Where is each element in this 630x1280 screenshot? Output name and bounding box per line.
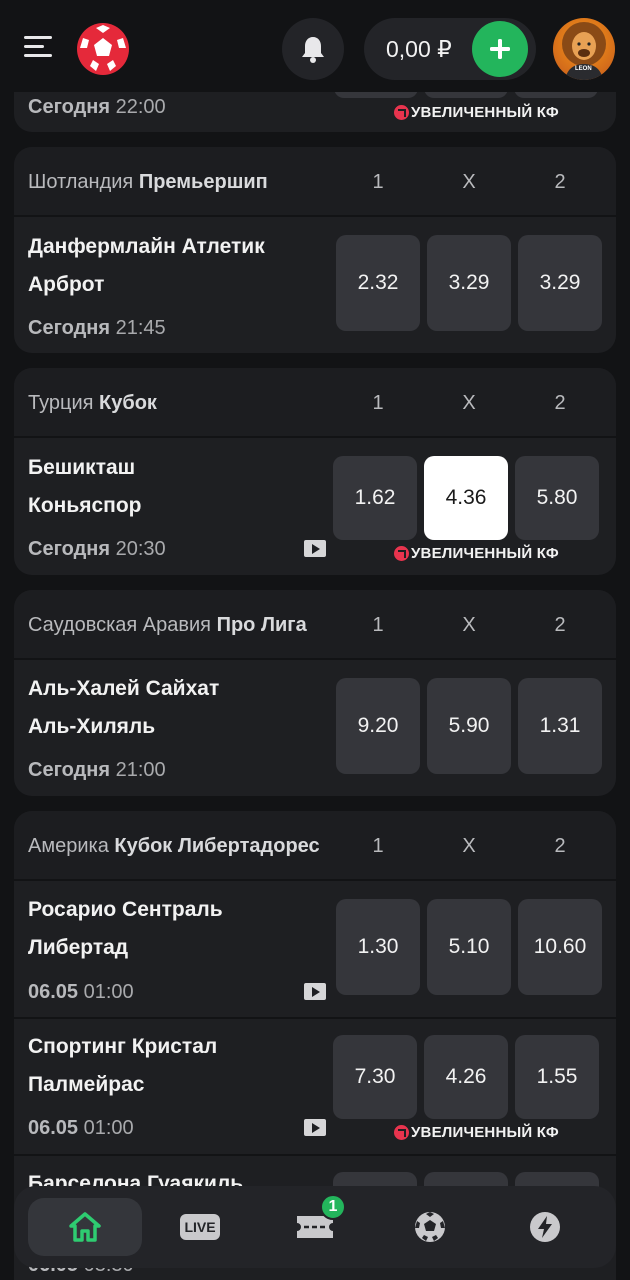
event-date: Сегодня 22:00	[28, 96, 166, 118]
col-header-1: 1	[372, 614, 384, 636]
odd-home-button[interactable]: 7.30	[333, 1035, 417, 1119]
balance-amount: 0,00 ₽	[386, 36, 452, 62]
match-date: 06.05 01:00	[28, 981, 134, 1003]
match-date: Сегодня 20:30	[28, 538, 166, 560]
soccer-ball-logo-icon[interactable]	[76, 22, 130, 76]
odd-home-button[interactable]: 1.30	[336, 899, 420, 995]
col-header-x: X	[462, 392, 476, 414]
home-icon	[69, 1212, 101, 1242]
odd-draw-button[interactable]: 5.90	[427, 678, 511, 774]
league-title: Саудовская Аравия Про Лига	[28, 614, 307, 636]
team-home: Росарио Сентраль	[28, 898, 223, 921]
team-home: Спортинг Кристал	[28, 1035, 218, 1058]
odd-away-button[interactable]: 10.60	[518, 899, 602, 995]
nav-fast-games[interactable]	[488, 1198, 602, 1256]
col-header-2: 2	[554, 171, 566, 193]
live-icon: LIVE	[180, 1214, 220, 1240]
col-header-1: 1	[372, 392, 384, 414]
league-title: Турция Кубок	[28, 392, 157, 414]
plus-icon	[490, 39, 510, 59]
odd-away-button[interactable]: 5.80	[515, 456, 599, 540]
match-date: 06.05 01:00	[28, 1117, 134, 1139]
match-row[interactable]: Аль-Халей Сайхат Аль-Хиляль Сегодня 21:0…	[14, 660, 616, 796]
match-row[interactable]: Спортинг Кристал Палмейрас 06.05 01:00 7…	[14, 1017, 616, 1154]
boost-icon	[394, 546, 409, 561]
boosted-odds-label: УВЕЛИЧЕННЫЙ КФ	[394, 104, 559, 121]
match-date: Сегодня 21:45	[28, 317, 166, 339]
match-row[interactable]: Росарио Сентраль Либертад 06.05 01:00 1.…	[14, 881, 616, 1017]
bet-slip-count-badge: 1	[320, 1194, 346, 1220]
deposit-button[interactable]	[472, 21, 528, 77]
lightning-icon	[530, 1212, 560, 1242]
match-date: Сегодня 21:00	[28, 759, 166, 781]
video-stream-icon	[304, 983, 326, 1000]
boost-icon	[394, 1125, 409, 1140]
odd-away-button[interactable]: 3.29	[518, 235, 602, 331]
team-home: Данфермлайн Атлетик	[28, 235, 265, 258]
boosted-odds-label: УВЕЛИЧЕННЫЙ КФ	[394, 1124, 559, 1141]
col-header-1: 1	[372, 835, 384, 857]
odd-away-button[interactable]: 1.55	[515, 1035, 599, 1119]
odd-draw-button[interactable]: 4.26	[424, 1035, 508, 1119]
boosted-odds-label: УВЕЛИЧЕННЫЙ КФ	[394, 545, 559, 562]
user-avatar[interactable]: LEON	[553, 18, 615, 80]
col-header-x: X	[462, 171, 476, 193]
col-header-2: 2	[554, 614, 566, 636]
team-home: Аль-Халей Сайхат	[28, 677, 220, 700]
col-header-1: 1	[372, 171, 384, 193]
league-card: Саудовская Аравия Про Лига 1 X 2 Аль-Хал…	[14, 590, 616, 796]
odd-home-button[interactable]: 1.62	[333, 456, 417, 540]
nav-live[interactable]: LIVE	[143, 1198, 257, 1256]
menu-icon[interactable]	[24, 36, 54, 60]
team-away: Арброт	[28, 273, 105, 296]
boost-icon	[394, 105, 409, 120]
balance-widget[interactable]: 0,00 ₽	[364, 18, 536, 80]
avatar-brand: LEON	[575, 66, 592, 72]
odd-home-button[interactable]: 9.20	[336, 678, 420, 774]
col-header-x: X	[462, 835, 476, 857]
league-title: Шотландия Премьершип	[28, 171, 268, 193]
col-header-x: X	[462, 614, 476, 636]
nav-home[interactable]	[28, 1198, 142, 1256]
col-header-2: 2	[554, 392, 566, 414]
team-away: Коньяспор	[28, 494, 142, 517]
video-stream-icon	[304, 540, 326, 557]
bell-icon	[302, 37, 324, 63]
match-row[interactable]: Данфермлайн Атлетик Арброт Сегодня 21:45…	[14, 217, 616, 353]
league-card: Турция Кубок 1 X 2 Бешикташ Коньяспор Се…	[14, 368, 616, 575]
league-header[interactable]: Шотландия Премьершип 1 X 2	[14, 147, 616, 217]
league-header[interactable]: Саудовская Аравия Про Лига 1 X 2	[14, 590, 616, 660]
top-bar: 0,00 ₽ LEON	[0, 0, 630, 92]
league-title: Америка Кубок Либертадорес	[28, 835, 320, 857]
odd-home-button[interactable]: 2.32	[336, 235, 420, 331]
league-header[interactable]: Америка Кубок Либертадорес 1 X 2	[14, 811, 616, 881]
soccer-ball-icon	[415, 1212, 445, 1242]
notifications-button[interactable]	[282, 18, 344, 80]
odd-draw-button-selected[interactable]: 4.36	[424, 456, 508, 540]
team-away: Палмейрас	[28, 1073, 145, 1096]
odd-draw-button[interactable]: 5.10	[427, 899, 511, 995]
match-row[interactable]: Бешикташ Коньяспор Сегодня 20:30 1.62 4.…	[14, 438, 616, 575]
league-header[interactable]: Турция Кубок 1 X 2	[14, 368, 616, 438]
col-header-2: 2	[554, 835, 566, 857]
bottom-navigation: LIVE 1	[14, 1186, 616, 1268]
team-home: Бешикташ	[28, 456, 136, 479]
odd-draw-button[interactable]: 3.29	[427, 235, 511, 331]
nav-bet-slip[interactable]: 1	[258, 1194, 372, 1256]
league-card: Шотландия Премьершип 1 X 2 Данфермлайн А…	[14, 147, 616, 353]
nav-sports[interactable]	[373, 1198, 487, 1256]
team-away: Либертад	[28, 936, 129, 959]
team-away: Аль-Хиляль	[28, 715, 156, 738]
odd-away-button[interactable]: 1.31	[518, 678, 602, 774]
video-stream-icon	[304, 1119, 326, 1136]
